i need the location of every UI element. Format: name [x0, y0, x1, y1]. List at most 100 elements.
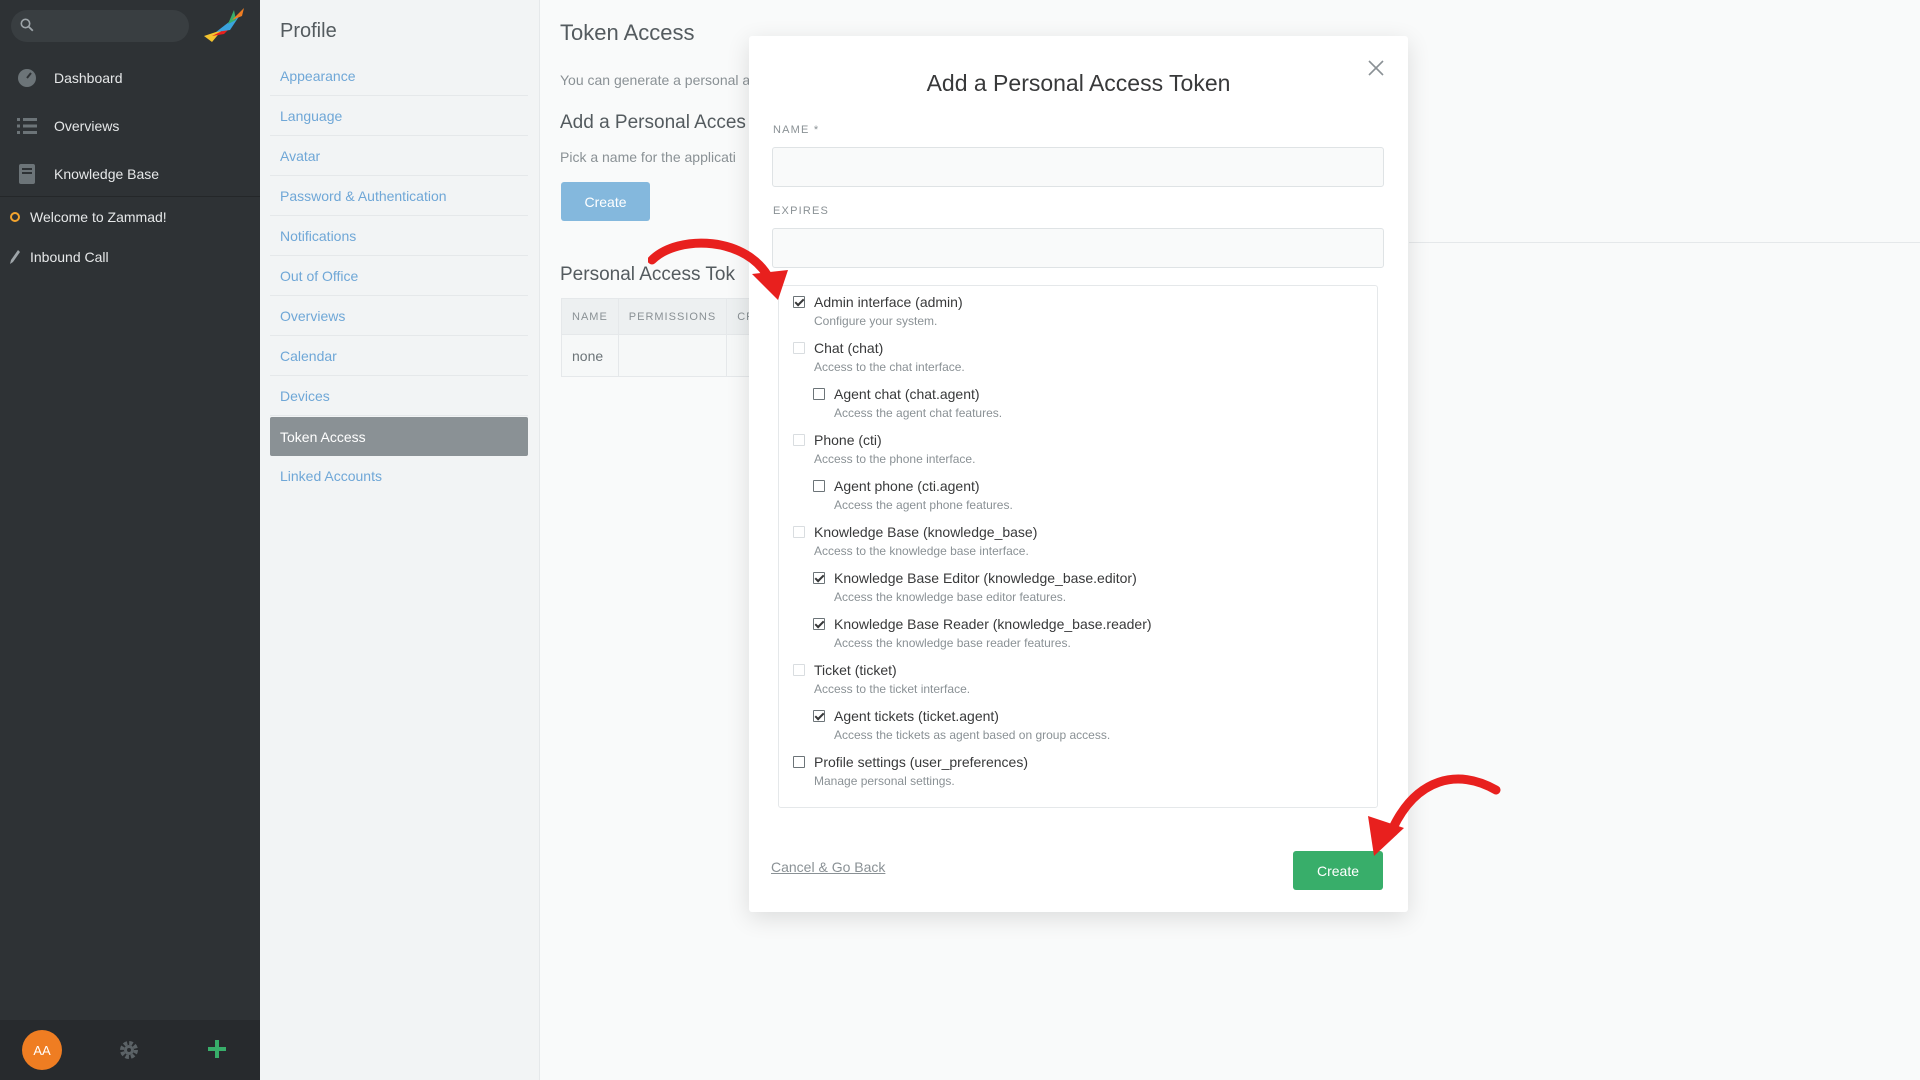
permission-note: Manage personal settings.	[814, 774, 955, 788]
modal-title: Add a Personal Access Token	[926, 70, 1231, 96]
annotation-arrow-icon	[1368, 774, 1501, 856]
task-label: Inbound Call	[30, 249, 109, 265]
add-token-heading: Add a Personal Acces	[560, 112, 746, 133]
plus-icon[interactable]	[205, 1037, 229, 1061]
nav-item-label: Overviews	[54, 118, 120, 134]
dashboard-icon	[16, 67, 38, 89]
expires-label: EXPIRES	[773, 205, 830, 217]
permission-row: Agent chat (chat.agent)	[813, 386, 1002, 402]
zammad-logo-icon[interactable]	[202, 6, 246, 46]
permission-label[interactable]: Agent phone (cti.agent)	[834, 478, 980, 494]
expires-input[interactable]	[772, 228, 1384, 268]
cancel-link[interactable]: Cancel & Go Back	[771, 859, 885, 875]
profile-menu-language[interactable]: Language	[270, 96, 528, 136]
permission-row: Profile settings (user_preferences)	[793, 754, 1028, 770]
profile-menu-calendar[interactable]: Calendar	[270, 336, 528, 376]
nav-item-overviews[interactable]: Overviews	[0, 102, 260, 150]
profile-menu-linked-accounts[interactable]: Linked Accounts	[270, 456, 528, 496]
permission-checkbox[interactable]	[793, 756, 805, 768]
permission-label[interactable]: Admin interface (admin)	[814, 294, 963, 310]
permission-item: Knowledge Base (knowledge_base) Access to…	[793, 524, 1037, 558]
permission-note: Access to the phone interface.	[814, 452, 976, 466]
profile-menu-notifications[interactable]: Notifications	[270, 216, 528, 256]
column-header-name[interactable]: NAME	[561, 298, 619, 335]
profile-title: Profile	[280, 20, 337, 42]
permission-row: Ticket (ticket)	[793, 662, 970, 678]
tokens-table: NAME PERMISSIONS CRE none	[561, 298, 775, 377]
permission-checkbox[interactable]	[793, 526, 805, 538]
permission-label[interactable]: Knowledge Base (knowledge_base)	[814, 524, 1037, 540]
nav-item-knowledge-base[interactable]: Knowledge Base	[0, 150, 260, 198]
page-description: You can generate a personal a	[560, 72, 751, 88]
profile-menu-overviews[interactable]: Overviews	[270, 296, 528, 336]
permission-label[interactable]: Phone (cti)	[814, 432, 882, 448]
permission-checkbox[interactable]	[813, 710, 825, 722]
nav-item-label: Dashboard	[54, 70, 123, 86]
task-label: Welcome to Zammad!	[30, 209, 167, 225]
name-label: NAME *	[773, 124, 820, 136]
permission-label[interactable]: Knowledge Base Reader (knowledge_base.re…	[834, 616, 1152, 632]
name-input[interactable]	[772, 147, 1384, 187]
permission-row: Agent tickets (ticket.agent)	[813, 708, 1110, 724]
nav-footer: AA	[0, 1020, 260, 1080]
permission-row: Phone (cti)	[793, 432, 975, 448]
permission-note: Configure your system.	[814, 314, 938, 328]
main-navigation: Dashboard Overviews Knowledge Base Welco…	[0, 0, 260, 1080]
permission-checkbox[interactable]	[793, 342, 805, 354]
task-inbound-call[interactable]: Inbound Call	[0, 237, 260, 277]
profile-menu-appearance[interactable]: Appearance	[270, 56, 528, 96]
permission-note: Access the agent phone features.	[834, 498, 1013, 512]
permission-label[interactable]: Chat (chat)	[814, 340, 883, 356]
search-icon	[20, 18, 34, 32]
profile-menu-password[interactable]: Password & Authentication	[270, 176, 528, 216]
permission-checkbox[interactable]	[813, 480, 825, 492]
avatar[interactable]: AA	[22, 1030, 62, 1070]
create-token-button[interactable]: Create	[561, 182, 650, 221]
permission-checkbox[interactable]	[813, 572, 825, 584]
permission-note: Access the agent chat features.	[834, 406, 1003, 420]
permission-item: Agent tickets (ticket.agent) Access the t…	[813, 708, 1110, 742]
add-token-modal: Add a Personal Access Token NAME * EXPIR…	[749, 36, 1408, 912]
permission-checkbox[interactable]	[793, 664, 805, 676]
nav-item-dashboard[interactable]: Dashboard	[0, 54, 260, 102]
profile-menu-token-access[interactable]: Token Access	[270, 417, 528, 456]
permission-label[interactable]: Knowledge Base Editor (knowledge_base.ed…	[834, 570, 1137, 586]
permission-item: Profile settings (user_preferences) Manag…	[793, 754, 1028, 788]
book-icon	[16, 163, 38, 185]
permission-row: Chat (chat)	[793, 340, 965, 356]
permission-row: Knowledge Base Reader (knowledge_base.re…	[813, 616, 1152, 632]
permission-checkbox[interactable]	[793, 434, 805, 446]
permission-item: Knowledge Base Editor (knowledge_base.ed…	[813, 570, 1137, 604]
permission-note: Access the tickets as agent based on gro…	[834, 728, 1111, 742]
profile-menu: Appearance Language Avatar Password & Au…	[270, 56, 528, 496]
permission-label[interactable]: Profile settings (user_preferences)	[814, 754, 1028, 770]
permission-note: Access the knowledge base editor feature…	[834, 590, 1067, 604]
task-welcome[interactable]: Welcome to Zammad!	[0, 197, 260, 237]
permission-note: Access to the ticket interface.	[814, 682, 971, 696]
pen-icon	[10, 250, 20, 264]
annotation-arrow-icon	[648, 238, 788, 300]
permission-item: Knowledge Base Reader (knowledge_base.re…	[813, 616, 1152, 650]
permission-item: Agent phone (cti.agent) Access the agent …	[813, 478, 1013, 512]
search-field[interactable]	[11, 10, 189, 42]
table-row: none	[561, 334, 775, 377]
permission-label[interactable]: Agent chat (chat.agent)	[834, 386, 980, 402]
nav-item-label: Knowledge Base	[54, 166, 160, 182]
permission-label[interactable]: Ticket (ticket)	[814, 662, 897, 678]
permission-checkbox[interactable]	[813, 618, 825, 630]
permission-note: Access to the chat interface.	[814, 360, 965, 374]
column-header-permissions[interactable]: PERMISSIONS	[617, 298, 728, 335]
profile-sidebar: Profile Appearance Language Avatar Passw…	[260, 0, 540, 1080]
table-cell	[617, 334, 728, 377]
permission-label[interactable]: Agent tickets (ticket.agent)	[834, 708, 999, 724]
permission-row: Agent phone (cti.agent)	[813, 478, 1013, 494]
permission-item: Phone (cti) Access to the phone interface…	[793, 432, 975, 466]
profile-menu-avatar[interactable]: Avatar	[270, 136, 528, 176]
permission-item: Admin interface (admin) Configure your sy…	[793, 294, 963, 328]
gear-icon[interactable]	[118, 1039, 140, 1061]
permission-note: Access to the knowledge base interface.	[814, 544, 1029, 558]
permission-item: Ticket (ticket) Access to the ticket inte…	[793, 662, 970, 696]
profile-menu-out-of-office[interactable]: Out of Office	[270, 256, 528, 296]
permission-checkbox[interactable]	[813, 388, 825, 400]
profile-menu-devices[interactable]: Devices	[270, 376, 528, 416]
